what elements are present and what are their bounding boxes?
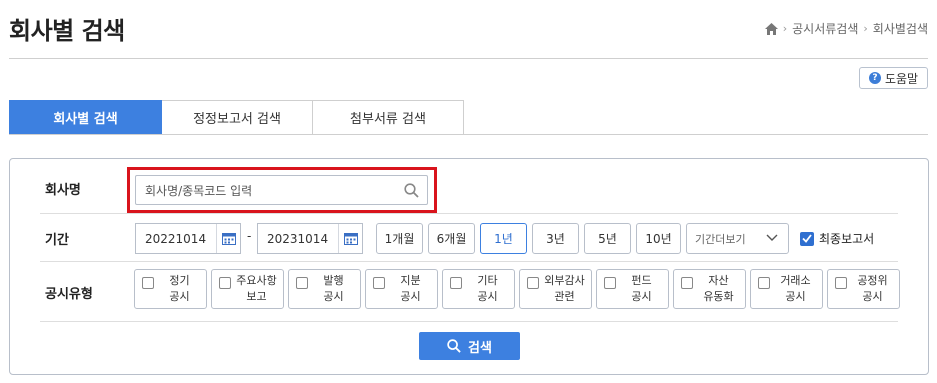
chevron-right-icon: › [782, 22, 788, 35]
period-10year-button[interactable]: 10년 [636, 223, 681, 254]
period-label: 기간 [45, 233, 69, 248]
title-divider [9, 58, 928, 59]
type-label-line1: 지분 [400, 274, 421, 287]
type-checkbox[interactable] [758, 277, 770, 289]
search-icon [447, 339, 461, 353]
type-label-line1: 기타 [477, 274, 498, 287]
home-icon[interactable] [764, 22, 778, 35]
search-submit-label: 검색 [468, 340, 492, 356]
breadcrumb-item-company-search[interactable]: 회사별검색 [873, 20, 928, 37]
type-label-line2: 보고 [246, 290, 267, 303]
type-label-line2: 공시 [323, 290, 344, 303]
disclosure-type-label: 공시유형 [45, 287, 93, 302]
type-label-line1: 주요사항 [236, 274, 277, 287]
period-5year-button[interactable]: 5년 [584, 223, 631, 254]
breadcrumb: › 공시서류검색 › 회사별검색 [764, 20, 928, 37]
period-1month-button[interactable]: 1개월 [376, 223, 423, 254]
type-label-line2: 공시 [400, 290, 421, 303]
type-fund-disclosure[interactable]: 펀드공시 [596, 269, 669, 309]
company-search-placeholder: 회사명/종목코드 입력 [145, 183, 253, 198]
check-icon [802, 234, 812, 243]
type-external-audit[interactable]: 외부감사관련 [519, 269, 592, 309]
type-label-line1: 정기 [169, 274, 190, 287]
start-date-value: 20221014 [145, 231, 207, 246]
type-label-line2: 유동화 [703, 290, 734, 303]
type-label-line1: 발행 [323, 274, 344, 287]
type-checkbox[interactable] [604, 277, 616, 289]
type-regular-disclosure[interactable]: 정기공시 [134, 269, 207, 309]
type-checkbox[interactable] [835, 277, 847, 289]
tab-divider [9, 134, 928, 135]
type-asset-securitization[interactable]: 자산유동화 [673, 269, 746, 309]
end-date-value: 20231014 [267, 231, 329, 246]
date-separator: - [247, 229, 252, 243]
type-label-line1: 거래소 [780, 274, 811, 287]
final-report-label: 최종보고서 [819, 232, 875, 246]
type-label-line1: 공정위 [857, 274, 888, 287]
final-report-checkbox[interactable] [800, 231, 814, 246]
chevron-right-icon: › [863, 22, 868, 35]
help-label: 도움말 [884, 71, 919, 86]
company-label: 회사명 [45, 183, 81, 198]
period-6month-button[interactable]: 6개월 [428, 223, 475, 254]
question-icon: ? [868, 72, 881, 84]
search-submit-button[interactable]: 검색 [419, 332, 520, 360]
tab-attachment-search[interactable]: 첨부서류 검색 [313, 100, 464, 135]
type-label-line2: 공시 [785, 290, 806, 303]
chevron-down-icon [766, 234, 778, 241]
tab-correction-report-search[interactable]: 정정보고서 검색 [162, 100, 313, 135]
period-more-select[interactable]: 기간더보기 [686, 223, 789, 254]
type-equity-disclosure[interactable]: 지분공시 [365, 269, 438, 309]
type-checkbox[interactable] [296, 277, 308, 289]
type-issuance-disclosure[interactable]: 발행공시 [288, 269, 361, 309]
search-form-panel: 회사명 회사명/종목코드 입력 기간 20221014 - 20231014 1… [9, 158, 929, 375]
period-1year-button[interactable]: 1년 [480, 223, 527, 254]
tab-company-search[interactable]: 회사별 검색 [9, 100, 162, 135]
calendar-icon [343, 233, 358, 245]
search-icon[interactable] [404, 183, 419, 198]
help-button[interactable]: ? 도움말 [859, 67, 928, 89]
type-label-line2: 관련 [554, 290, 575, 303]
type-label-line2: 공시 [169, 290, 190, 303]
type-label-line1: 펀드 [631, 274, 652, 287]
company-search-input[interactable]: 회사명/종목코드 입력 [135, 175, 428, 205]
type-checkbox[interactable] [373, 277, 385, 289]
type-label-line2: 공시 [477, 290, 498, 303]
end-date-input[interactable]: 20231014 [257, 223, 363, 254]
type-label-line2: 공시 [862, 290, 883, 303]
type-label-line1: 외부감사 [544, 274, 585, 287]
start-calendar-button[interactable] [216, 224, 240, 253]
start-date-input[interactable]: 20221014 [135, 223, 241, 254]
end-calendar-button[interactable] [338, 224, 362, 253]
type-label-line1: 자산 [708, 274, 729, 287]
type-label-line2: 공시 [631, 290, 652, 303]
breadcrumb-item-disclosure-search[interactable]: 공시서류검색 [792, 20, 858, 37]
type-checkbox[interactable] [450, 277, 462, 289]
calendar-icon [221, 233, 236, 245]
type-checkbox[interactable] [219, 277, 231, 289]
type-ftc-disclosure[interactable]: 공정위공시 [827, 269, 900, 309]
final-report-option: 최종보고서 [800, 230, 874, 247]
type-other-disclosure[interactable]: 기타공시 [442, 269, 515, 309]
type-checkbox[interactable] [681, 277, 693, 289]
type-checkbox[interactable] [142, 277, 154, 289]
page-title: 회사별 검색 [9, 17, 125, 45]
type-checkbox[interactable] [527, 277, 539, 289]
search-tabs: 회사별 검색 정정보고서 검색 첨부서류 검색 [9, 100, 464, 135]
type-exchange-disclosure[interactable]: 거래소공시 [750, 269, 823, 309]
period-more-value: 기간더보기 [695, 232, 746, 246]
period-3year-button[interactable]: 3년 [532, 223, 579, 254]
type-major-report[interactable]: 주요사항보고 [211, 269, 284, 309]
